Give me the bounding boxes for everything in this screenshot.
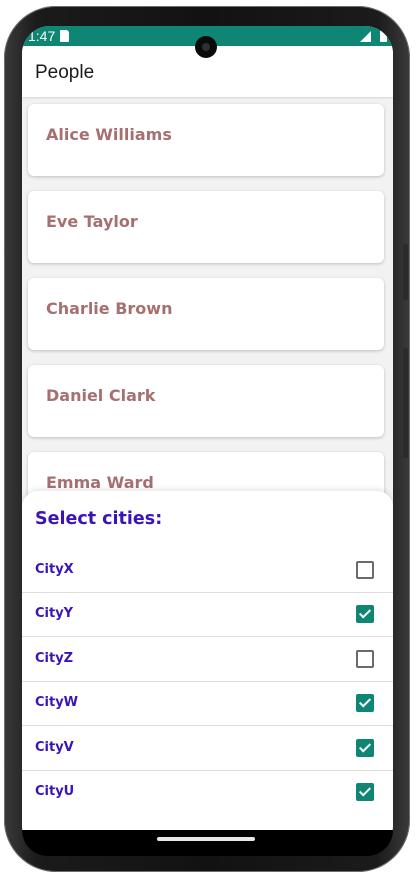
power-button xyxy=(403,348,408,458)
signal-icon xyxy=(360,31,371,42)
city-row[interactable]: CityV xyxy=(22,726,393,771)
person-card[interactable]: Daniel Clark xyxy=(28,365,384,437)
city-checkbox[interactable] xyxy=(356,605,374,623)
person-name: Charlie Brown xyxy=(46,299,173,318)
volume-button xyxy=(403,244,408,300)
city-checkbox[interactable] xyxy=(356,650,374,668)
person-name: Alice Williams xyxy=(46,125,172,144)
city-label: CityY xyxy=(35,606,74,621)
city-label: CityZ xyxy=(35,651,74,666)
person-card[interactable]: Alice Williams xyxy=(28,104,384,176)
city-row[interactable]: CityZ xyxy=(22,637,393,682)
person-name: Emma Ward xyxy=(46,473,154,492)
city-row[interactable]: CityY xyxy=(22,592,393,637)
screen: 1:47 People Alice Williams Eve Taylor Ch… xyxy=(22,26,393,844)
bottom-bezel xyxy=(22,830,393,856)
city-row[interactable]: CityW xyxy=(22,681,393,726)
city-label: CityX xyxy=(35,562,74,577)
person-name: Eve Taylor xyxy=(46,212,138,231)
person-name: Daniel Clark xyxy=(46,386,156,405)
sheet-title: Select cities: xyxy=(35,509,163,529)
city-selection-sheet: Select cities: CityX CityY CityZ CityW C… xyxy=(22,491,393,831)
person-card[interactable]: Charlie Brown xyxy=(28,278,384,350)
city-row[interactable]: CityU xyxy=(22,770,393,814)
city-checkbox[interactable] xyxy=(356,694,374,712)
home-indicator[interactable] xyxy=(157,837,255,841)
city-checkbox[interactable] xyxy=(356,561,374,579)
battery-icon xyxy=(380,27,387,42)
person-card[interactable]: Eve Taylor xyxy=(28,191,384,263)
city-checkbox[interactable] xyxy=(356,739,374,757)
front-camera xyxy=(195,36,217,58)
city-label: CityW xyxy=(35,695,79,710)
status-time: 1:47 xyxy=(28,28,56,44)
city-checkbox[interactable] xyxy=(356,783,374,801)
city-label: CityV xyxy=(35,740,74,755)
sd-card-icon xyxy=(60,30,69,42)
page-title: People xyxy=(35,62,95,83)
city-row[interactable]: CityX xyxy=(22,548,393,593)
city-label: CityU xyxy=(35,784,75,799)
